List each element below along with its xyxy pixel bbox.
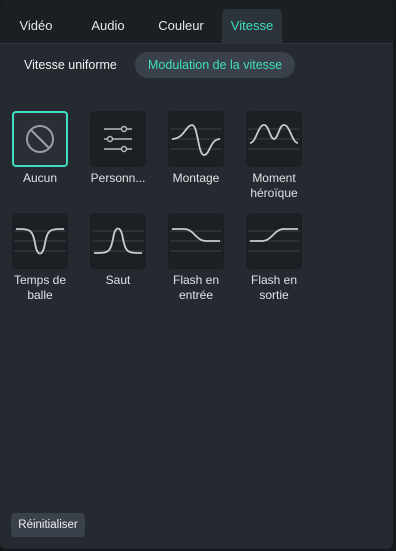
flash-in-curve-icon — [168, 213, 224, 269]
preset-bullet-time[interactable]: Temps de balle — [1, 213, 79, 303]
jump-curve-icon — [90, 213, 146, 269]
preset-label: Temps de balle — [13, 273, 67, 302]
preset-hero-moment[interactable]: Moment héroïque — [235, 111, 313, 201]
subtab-uniform-speed[interactable]: Vitesse uniforme — [24, 52, 117, 78]
preset-label: Flash en sortie — [250, 273, 298, 302]
preset-label: Saut — [105, 273, 131, 287]
preset-jump[interactable]: Saut — [79, 213, 157, 288]
bullet-time-curve-icon — [12, 213, 68, 269]
preset-montage[interactable]: Montage — [157, 111, 235, 186]
preset-custom[interactable]: Personn... — [79, 111, 157, 186]
no-entry-icon — [12, 111, 68, 167]
speed-panel: Vidéo Audio Couleur Vitesse Vitesse unif… — [0, 0, 393, 549]
preset-flash-out[interactable]: Flash en sortie — [235, 213, 313, 303]
tab-bar: Vidéo Audio Couleur Vitesse — [0, 0, 393, 44]
sliders-icon — [90, 111, 146, 167]
montage-curve-icon — [168, 111, 224, 167]
flash-out-curve-icon — [246, 213, 302, 269]
preset-label: Personn... — [90, 171, 146, 185]
preset-label: Montage — [172, 171, 220, 185]
tab-audio[interactable]: Audio — [80, 9, 136, 43]
preset-label: Flash en entrée — [172, 273, 220, 302]
preset-label: Aucun — [22, 171, 58, 185]
tab-speed[interactable]: Vitesse — [222, 9, 282, 43]
subtab-speed-ramping[interactable]: Modulation de la vitesse — [135, 52, 296, 78]
preset-label: Moment héroïque — [250, 171, 298, 200]
speed-mode-switch: Vitesse uniforme Modulation de la vitess… — [0, 52, 393, 78]
reset-button[interactable]: Réinitialiser — [11, 513, 85, 537]
preset-flash-in[interactable]: Flash en entrée — [157, 213, 235, 303]
hero-moment-curve-icon — [246, 111, 302, 167]
tab-video[interactable]: Vidéo — [8, 9, 64, 43]
preset-none[interactable]: Aucun — [1, 111, 79, 186]
tab-color[interactable]: Couleur — [150, 9, 212, 43]
